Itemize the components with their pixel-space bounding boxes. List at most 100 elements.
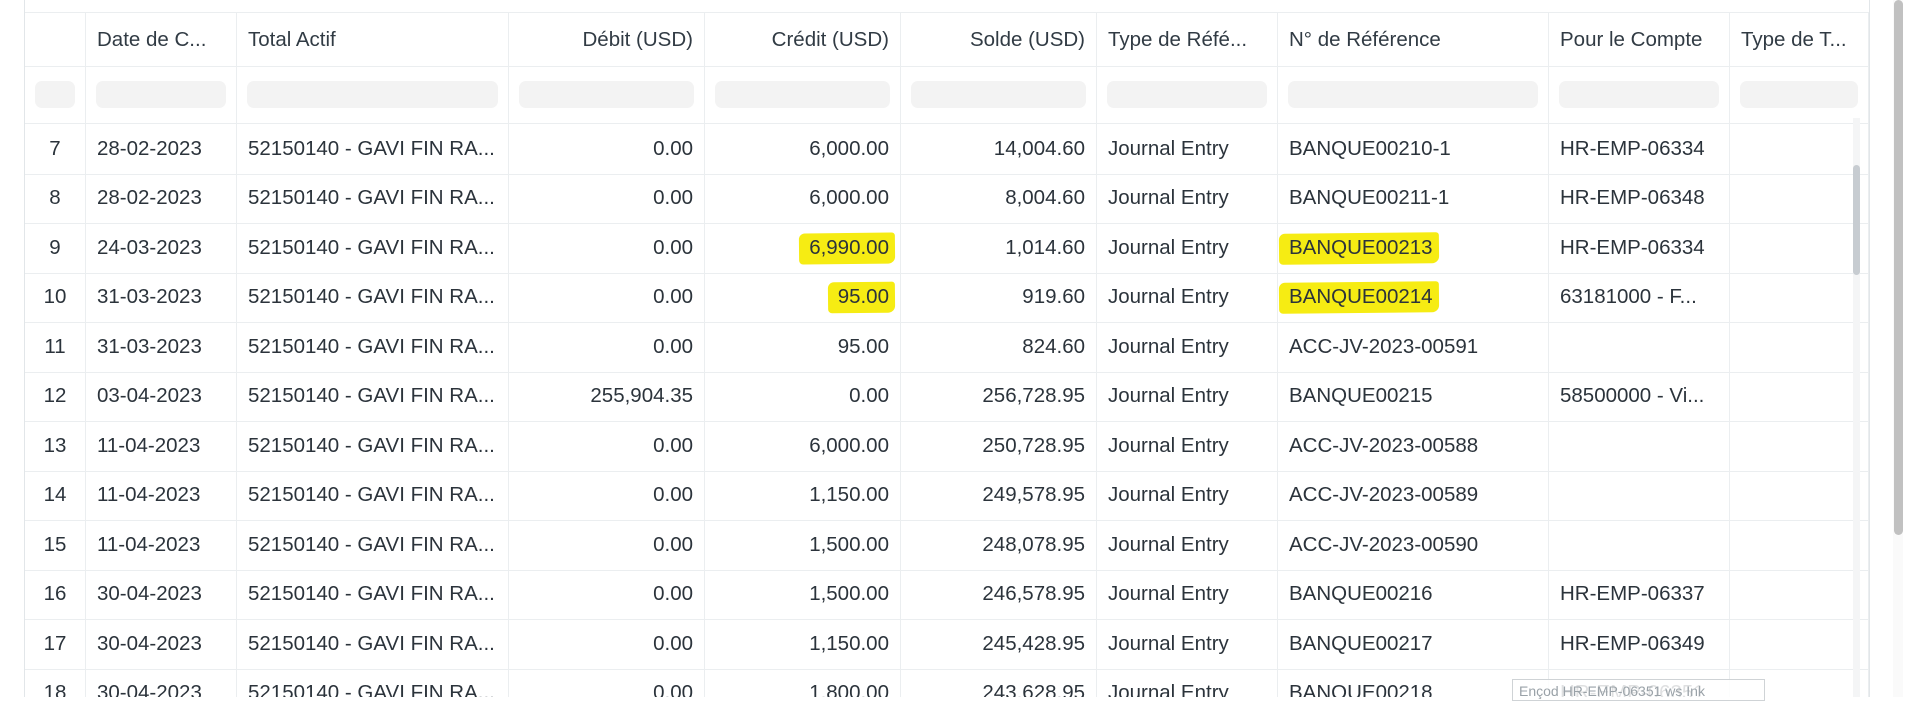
cell-type-t[interactable]: [1730, 223, 1869, 273]
cell-account[interactable]: 52150140 - GAVI FIN RA...: [237, 272, 509, 322]
cell-debit[interactable]: 0.00: [509, 569, 705, 619]
cell-credit[interactable]: 1,500.00: [705, 569, 901, 619]
cell-party[interactable]: HR-EMP-06337: [1549, 569, 1730, 619]
cell-ref-no[interactable]: BANQUE00213: [1278, 223, 1549, 273]
cell-ref-type[interactable]: Journal Entry: [1097, 272, 1278, 322]
cell-balance[interactable]: 1,014.60: [901, 223, 1097, 273]
cell-ref-type[interactable]: Journal Entry: [1097, 223, 1278, 273]
header-ref-type[interactable]: Type de Réfé...: [1097, 13, 1278, 66]
cell-credit[interactable]: 0.00: [705, 371, 901, 421]
header-account[interactable]: Total Actif: [237, 13, 509, 66]
cell-party[interactable]: 58500000 - Vi...: [1549, 371, 1730, 421]
cell-date[interactable]: 11-04-2023: [86, 470, 237, 520]
cell-credit[interactable]: 1,800.00: [705, 668, 901, 697]
cell-type-t[interactable]: [1730, 619, 1869, 669]
header-debit[interactable]: Débit (USD): [509, 13, 705, 66]
header-party[interactable]: Pour le Compte: [1549, 13, 1730, 66]
cell-party[interactable]: [1549, 470, 1730, 520]
cell-balance[interactable]: 824.60: [901, 322, 1097, 372]
cell-credit[interactable]: 1,500.00: [705, 520, 901, 570]
cell-account[interactable]: 52150140 - GAVI FIN RA...: [237, 520, 509, 570]
table-row[interactable]: 14 11-04-2023 52150140 - GAVI FIN RA... 0.0…: [25, 470, 1869, 521]
filter-input-type-t[interactable]: [1740, 81, 1858, 108]
filter-input-balance[interactable]: [911, 81, 1086, 108]
cell-ref-no[interactable]: BANQUE00214: [1278, 272, 1549, 322]
cell-party[interactable]: HR-EMP-06348: [1549, 173, 1730, 223]
cell-balance[interactable]: 243,628.95: [901, 668, 1097, 697]
cell-debit[interactable]: 0.00: [509, 520, 705, 570]
cell-credit[interactable]: 6,000.00: [705, 421, 901, 471]
cell-account[interactable]: 52150140 - GAVI FIN RA...: [237, 569, 509, 619]
cell-credit[interactable]: 6,990.00: [705, 223, 901, 273]
table-row[interactable]: 15 11-04-2023 52150140 - GAVI FIN RA... 0.0…: [25, 520, 1869, 571]
cell-ref-no[interactable]: BANQUE00217: [1278, 619, 1549, 669]
cell-account[interactable]: 52150140 - GAVI FIN RA...: [237, 668, 509, 697]
cell-balance[interactable]: 256,728.95: [901, 371, 1097, 421]
cell-party[interactable]: HR-EMP-06334: [1549, 223, 1730, 273]
table-row[interactable]: 11 31-03-2023 52150140 - GAVI FIN RA... 0.0…: [25, 322, 1869, 373]
table-row[interactable]: 9 24-03-2023 52150140 - GAVI FIN RA... 0.00…: [25, 223, 1869, 274]
cell-ref-no[interactable]: BANQUE00211-1: [1278, 173, 1549, 223]
cell-credit[interactable]: 95.00: [705, 322, 901, 372]
cell-type-t[interactable]: [1730, 371, 1869, 421]
row-index[interactable]: 11: [25, 322, 86, 372]
cell-ref-type[interactable]: Journal Entry: [1097, 322, 1278, 372]
cell-ref-type[interactable]: Journal Entry: [1097, 470, 1278, 520]
filter-input-index[interactable]: [35, 81, 75, 108]
cell-date[interactable]: 03-04-2023: [86, 371, 237, 421]
cell-debit[interactable]: 0.00: [509, 223, 705, 273]
cell-balance[interactable]: 248,078.95: [901, 520, 1097, 570]
cell-debit[interactable]: 0.00: [509, 619, 705, 669]
cell-debit[interactable]: 255,904.35: [509, 371, 705, 421]
table-row[interactable]: 13 11-04-2023 52150140 - GAVI FIN RA... 0.0…: [25, 421, 1869, 472]
cell-ref-no[interactable]: BANQUE00215: [1278, 371, 1549, 421]
row-index[interactable]: 10: [25, 272, 86, 322]
cell-ref-no[interactable]: ACC-JV-2023-00588: [1278, 421, 1549, 471]
cell-type-t[interactable]: [1730, 322, 1869, 372]
header-type-t[interactable]: Type de T...: [1730, 13, 1869, 66]
row-index[interactable]: 8: [25, 173, 86, 223]
cell-ref-type[interactable]: Journal Entry: [1097, 124, 1278, 174]
cell-account[interactable]: 52150140 - GAVI FIN RA...: [237, 619, 509, 669]
cell-balance[interactable]: 246,578.95: [901, 569, 1097, 619]
cell-debit[interactable]: 0.00: [509, 470, 705, 520]
row-index[interactable]: 12: [25, 371, 86, 421]
header-balance[interactable]: Solde (USD): [901, 13, 1097, 66]
cell-type-t[interactable]: [1730, 124, 1869, 174]
cell-ref-type[interactable]: Journal Entry: [1097, 520, 1278, 570]
cell-type-t[interactable]: [1730, 520, 1869, 570]
cell-type-t[interactable]: [1730, 569, 1869, 619]
cell-type-t[interactable]: [1730, 421, 1869, 471]
table-row[interactable]: 12 03-04-2023 52150140 - GAVI FIN RA... 255…: [25, 371, 1869, 422]
row-index[interactable]: 18: [25, 668, 86, 697]
cell-balance[interactable]: 14,004.60: [901, 124, 1097, 174]
row-index[interactable]: 15: [25, 520, 86, 570]
cell-credit[interactable]: 6,000.00: [705, 124, 901, 174]
cell-account[interactable]: 52150140 - GAVI FIN RA...: [237, 124, 509, 174]
cell-ref-type[interactable]: Journal Entry: [1097, 371, 1278, 421]
cell-credit[interactable]: 1,150.00: [705, 470, 901, 520]
filter-input-ref-no[interactable]: [1288, 81, 1538, 108]
cell-balance[interactable]: 250,728.95: [901, 421, 1097, 471]
filter-input-account[interactable]: [247, 81, 498, 108]
cell-balance[interactable]: 8,004.60: [901, 173, 1097, 223]
filter-input-date[interactable]: [96, 81, 226, 108]
row-index[interactable]: 13: [25, 421, 86, 471]
cell-party[interactable]: [1549, 421, 1730, 471]
cell-ref-no[interactable]: ACC-JV-2023-00590: [1278, 520, 1549, 570]
cell-date[interactable]: 28-02-2023: [86, 173, 237, 223]
filter-input-ref-type[interactable]: [1107, 81, 1267, 108]
row-index[interactable]: 14: [25, 470, 86, 520]
cell-party[interactable]: [1549, 520, 1730, 570]
page-scrollbar-thumb[interactable]: [1894, 0, 1903, 535]
cell-debit[interactable]: 0.00: [509, 421, 705, 471]
cell-ref-type[interactable]: Journal Entry: [1097, 421, 1278, 471]
cell-ref-type[interactable]: Journal Entry: [1097, 619, 1278, 669]
cell-debit[interactable]: 0.00: [509, 322, 705, 372]
cell-ref-no[interactable]: ACC-JV-2023-00589: [1278, 470, 1549, 520]
table-row[interactable]: 10 31-03-2023 52150140 - GAVI FIN RA... 0.0…: [25, 272, 1869, 323]
cell-date[interactable]: 28-02-2023: [86, 124, 237, 174]
cell-account[interactable]: 52150140 - GAVI FIN RA...: [237, 322, 509, 372]
cell-type-t[interactable]: [1730, 173, 1869, 223]
cell-account[interactable]: 52150140 - GAVI FIN RA...: [237, 421, 509, 471]
